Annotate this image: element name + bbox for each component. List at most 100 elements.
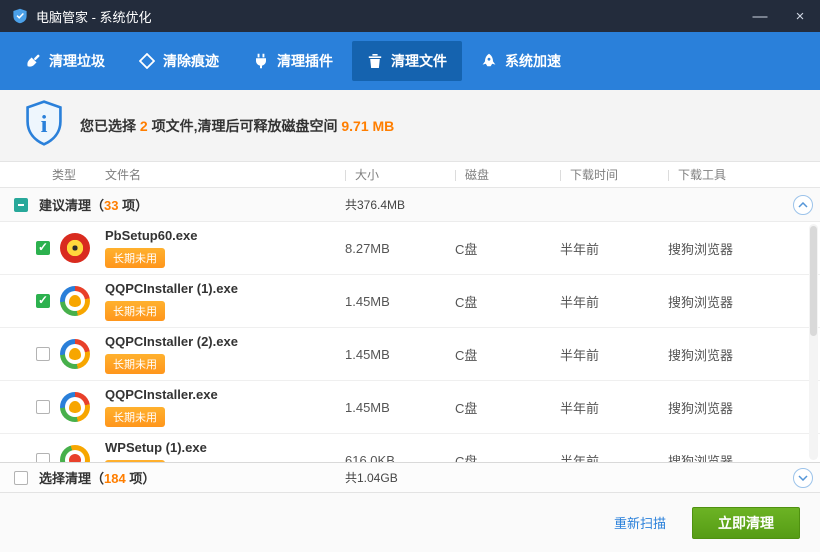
app-window: 电脑管家 - 系统优化 — × 清理垃圾 清除痕迹 清理插件 清理文件 系统加速 xyxy=(0,0,820,552)
shield-info-icon: i xyxy=(24,100,64,151)
file-disk: C盘 xyxy=(455,239,560,258)
group-suggested-clean: 建议清理（33 项） 共376.4MB xyxy=(0,188,820,222)
window-title: 电脑管家 - 系统优化 xyxy=(36,7,152,26)
row-checkbox[interactable] xyxy=(36,400,50,414)
file-list: 建议清理（33 项） 共376.4MB PbSetup60.exe 长期未用 xyxy=(0,188,820,492)
group-total-size: 共376.4MB xyxy=(345,196,455,213)
file-download-tool: 搜狗浏览器 xyxy=(668,451,786,463)
file-download-time: 半年前 xyxy=(560,398,668,417)
selected-count: 2 xyxy=(140,118,148,134)
file-name: QQPCInstaller (1).exe xyxy=(105,281,345,296)
file-disk: C盘 xyxy=(455,451,560,463)
row-checkbox[interactable] xyxy=(36,241,50,255)
tab-label: 清除痕迹 xyxy=(163,51,219,71)
file-download-tool: 搜狗浏览器 xyxy=(668,345,786,364)
chevron-up-icon xyxy=(798,202,808,208)
tab-label: 清理插件 xyxy=(277,51,333,71)
group-count: 33 xyxy=(104,198,118,213)
tab-label: 清理文件 xyxy=(391,51,447,71)
titlebar: 电脑管家 - 系统优化 — × xyxy=(0,0,820,32)
trash-file-icon xyxy=(367,53,383,69)
long-unused-badge: 长期未用 xyxy=(105,248,165,268)
group-count: 184 xyxy=(104,471,126,486)
file-name: QQPCInstaller (2).exe xyxy=(105,334,345,349)
file-type-icon xyxy=(60,339,90,369)
table-row: WPSetup (1).exe 长期未用 616.0KB C盘 半年前 搜狗浏览… xyxy=(0,434,820,462)
tabbar: 清理垃圾 清除痕迹 清理插件 清理文件 系统加速 xyxy=(0,32,820,90)
row-checkbox[interactable] xyxy=(36,347,50,361)
tab-clean-trash[interactable]: 清理垃圾 xyxy=(10,41,120,81)
row-checkbox[interactable] xyxy=(36,294,50,308)
tab-clean-plugins[interactable]: 清理插件 xyxy=(238,41,348,81)
file-download-tool: 搜狗浏览器 xyxy=(668,398,786,417)
tab-label: 清理垃圾 xyxy=(49,51,105,71)
group-checkbox[interactable] xyxy=(14,471,28,485)
table-row: PbSetup60.exe 长期未用 8.27MB C盘 半年前 搜狗浏览器 xyxy=(0,222,820,275)
header-size: 大小 xyxy=(345,166,455,183)
file-name: PbSetup60.exe xyxy=(105,228,345,243)
clean-now-button[interactable]: 立即清理 xyxy=(692,507,800,539)
close-button[interactable]: × xyxy=(780,0,820,32)
file-size: 1.45MB xyxy=(345,347,455,362)
tab-clean-traces[interactable]: 清除痕迹 xyxy=(124,41,234,81)
file-type-icon xyxy=(60,286,90,316)
file-size: 1.45MB xyxy=(345,400,455,415)
tab-label: 系统加速 xyxy=(505,51,561,71)
header-filename: 文件名 xyxy=(105,166,141,183)
long-unused-badge: 长期未用 xyxy=(105,407,165,427)
summary-banner: i 您已选择 2 项文件,清理后可释放磁盘空间 9.71 MB xyxy=(0,90,820,162)
table-header: 类型 文件名 大小 磁盘 下载时间 下载工具 xyxy=(0,162,820,188)
scrollbar-thumb[interactable] xyxy=(810,226,817,336)
header-disk: 磁盘 xyxy=(455,166,560,183)
summary-text: 您已选择 2 项文件,清理后可释放磁盘空间 9.71 MB xyxy=(80,116,394,136)
broom-icon xyxy=(25,53,41,69)
window-controls: — × xyxy=(740,0,820,32)
group-optional-clean: 选择清理（184 项） 共1.04GB xyxy=(0,462,820,492)
scrollbar-track[interactable] xyxy=(809,224,818,460)
header-type: 类型 xyxy=(52,166,76,183)
table-row: QQPCInstaller.exe 长期未用 1.45MB C盘 半年前 搜狗浏… xyxy=(0,381,820,434)
eraser-diamond-icon xyxy=(139,53,155,69)
minimize-button[interactable]: — xyxy=(740,0,780,32)
file-download-time: 半年前 xyxy=(560,292,668,311)
long-unused-badge: 长期未用 xyxy=(105,301,165,321)
file-type-icon xyxy=(60,392,90,422)
file-download-time: 半年前 xyxy=(560,239,668,258)
file-size: 616.0KB xyxy=(345,453,455,463)
footer-bar: 重新扫描 立即清理 xyxy=(0,492,820,552)
file-size: 8.27MB xyxy=(345,241,455,256)
table-row: QQPCInstaller (1).exe 长期未用 1.45MB C盘 半年前… xyxy=(0,275,820,328)
tab-system-speedup[interactable]: 系统加速 xyxy=(466,41,576,81)
app-logo-shield-icon xyxy=(12,8,28,24)
file-type-icon xyxy=(60,445,90,462)
row-checkbox[interactable] xyxy=(36,453,50,462)
group-checkbox[interactable] xyxy=(14,198,28,212)
header-download-time: 下载时间 xyxy=(560,166,668,183)
file-name: WPSetup (1).exe xyxy=(105,440,345,455)
file-download-time: 半年前 xyxy=(560,345,668,364)
file-download-tool: 搜狗浏览器 xyxy=(668,292,786,311)
group-total-size: 共1.04GB xyxy=(345,469,455,486)
svg-text:i: i xyxy=(41,111,48,138)
header-download-tool: 下载工具 xyxy=(668,166,786,183)
file-size: 1.45MB xyxy=(345,294,455,309)
plug-icon xyxy=(253,53,269,69)
free-space-size: 9.71 MB xyxy=(341,118,394,134)
table-row: QQPCInstaller (2).exe 长期未用 1.45MB C盘 半年前… xyxy=(0,328,820,381)
long-unused-badge: 长期未用 xyxy=(105,354,165,374)
group-label: 建议清理（33 项） xyxy=(39,195,148,214)
collapse-group-button[interactable] xyxy=(793,195,813,215)
rescan-link[interactable]: 重新扫描 xyxy=(614,513,666,532)
expand-group-button[interactable] xyxy=(793,468,813,488)
file-download-time: 半年前 xyxy=(560,451,668,463)
rocket-icon xyxy=(481,53,497,69)
tab-clean-files[interactable]: 清理文件 xyxy=(352,41,462,81)
file-disk: C盘 xyxy=(455,345,560,364)
file-type-icon xyxy=(60,233,90,263)
file-disk: C盘 xyxy=(455,398,560,417)
chevron-down-icon xyxy=(798,475,808,481)
group-label: 选择清理（184 项） xyxy=(39,468,155,487)
file-name: QQPCInstaller.exe xyxy=(105,387,345,402)
file-disk: C盘 xyxy=(455,292,560,311)
file-download-tool: 搜狗浏览器 xyxy=(668,239,786,258)
